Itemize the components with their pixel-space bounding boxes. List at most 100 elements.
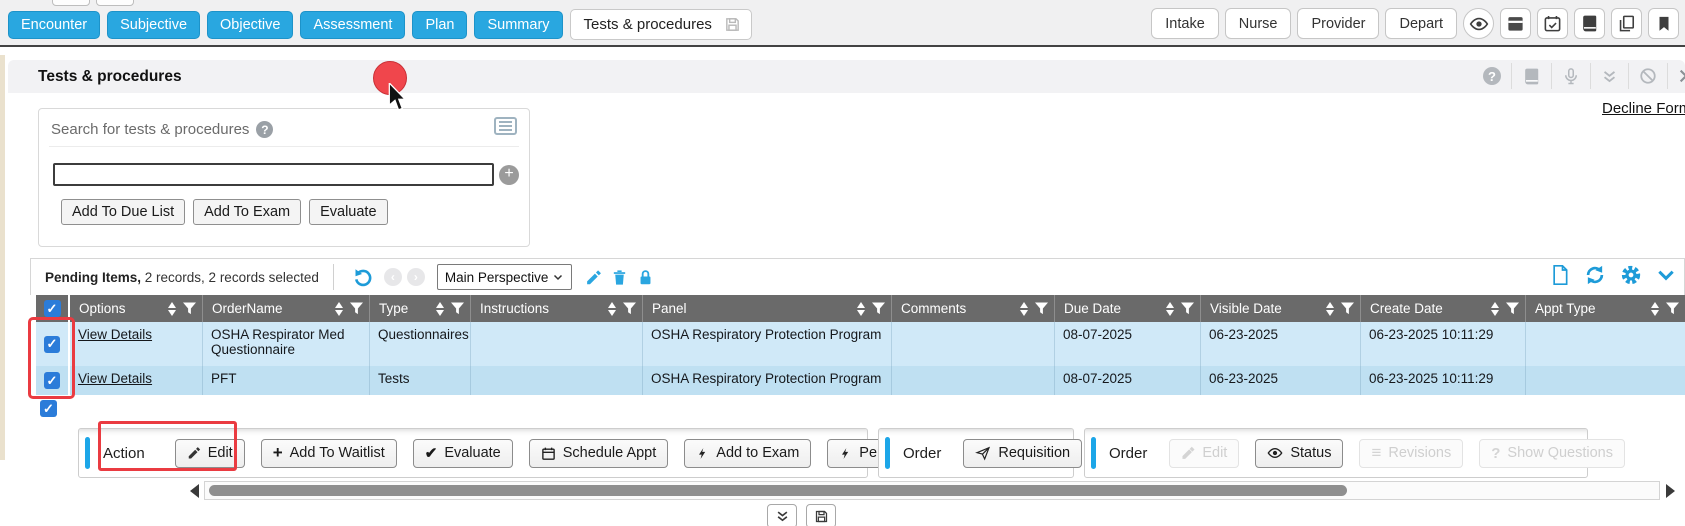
cutoff-tab[interactable] xyxy=(52,0,90,6)
sort-icon[interactable] xyxy=(1651,302,1659,316)
sort-icon[interactable] xyxy=(335,302,343,316)
filter-icon[interactable] xyxy=(1506,302,1519,315)
question-icon: ? xyxy=(1491,445,1500,462)
filter-icon[interactable] xyxy=(451,302,464,315)
book-icon[interactable] xyxy=(1574,8,1605,39)
edit-button[interactable]: Edit xyxy=(175,439,245,468)
scroll-right-arrow[interactable] xyxy=(1666,484,1675,498)
next-icon[interactable]: › xyxy=(407,268,425,286)
select-all-checkbox[interactable]: ✓ xyxy=(44,300,61,317)
tab-objective[interactable]: Objective xyxy=(207,11,293,39)
add-to-exam-button[interactable]: Add to Exam xyxy=(684,439,811,468)
action-group: Action Edit + Add To Waitlist ✔ Evaluate… xyxy=(78,428,868,478)
filter-icon[interactable] xyxy=(623,302,636,315)
nurse-button[interactable]: Nurse xyxy=(1225,8,1292,39)
help-icon[interactable]: ? xyxy=(256,121,273,138)
new-file-icon[interactable] xyxy=(1550,264,1570,286)
save-button[interactable] xyxy=(806,504,836,526)
refresh-icon[interactable] xyxy=(1584,264,1606,286)
order-group-2: Order Edit Status ≡ Revisions ? Show Que… xyxy=(1084,428,1588,478)
evaluate-button[interactable]: Evaluate xyxy=(309,199,387,225)
view-details-link[interactable]: View Details xyxy=(78,327,152,342)
tab-subjective[interactable]: Subjective xyxy=(107,11,200,39)
sort-icon[interactable] xyxy=(857,302,865,316)
microphone-icon[interactable] xyxy=(1562,67,1580,85)
depart-button[interactable]: Depart xyxy=(1385,8,1457,39)
add-to-exam-button[interactable]: Add To Exam xyxy=(193,199,301,225)
collapse-section-button[interactable] xyxy=(767,504,797,526)
status-button[interactable]: Status xyxy=(1255,439,1343,468)
tab-summary[interactable]: Summary xyxy=(474,11,562,39)
sort-icon[interactable] xyxy=(608,302,616,316)
check-icon: ✔ xyxy=(425,444,438,462)
scroll-left-arrow[interactable] xyxy=(190,484,199,498)
pending-items-summary: 2 records, 2 records selected xyxy=(141,270,319,285)
cutoff-tab[interactable] xyxy=(96,0,134,6)
chevron-down-icon[interactable] xyxy=(1656,265,1676,285)
search-input[interactable] xyxy=(53,163,494,186)
order-group: Order Requisition xyxy=(878,428,1074,478)
sort-icon[interactable] xyxy=(168,302,176,316)
lock-icon[interactable] xyxy=(637,269,654,286)
undo-icon[interactable] xyxy=(352,267,373,288)
table-row[interactable]: ✓ View Details OSHA Respirator Med Quest… xyxy=(36,322,1685,366)
sort-icon[interactable] xyxy=(1326,302,1334,316)
calendar-check-icon[interactable] xyxy=(1537,8,1568,39)
add-to-due-list-button[interactable]: Add To Due List xyxy=(61,199,185,225)
collapsed-sidebar-strip[interactable] xyxy=(0,55,5,460)
list-icon[interactable] xyxy=(494,117,517,135)
scrollbar-thumb[interactable] xyxy=(209,485,1347,496)
trash-icon[interactable] xyxy=(611,269,628,286)
evaluate-button[interactable]: ✔ Evaluate xyxy=(413,439,513,468)
disable-icon[interactable] xyxy=(1639,67,1657,85)
group-accent-bar xyxy=(1091,437,1096,469)
filter-icon[interactable] xyxy=(1181,302,1194,315)
tab-tests-procedures-active[interactable]: Tests & procedures xyxy=(570,9,752,40)
filter-icon[interactable] xyxy=(1666,302,1679,315)
action-group-label: Action xyxy=(103,445,145,462)
sort-icon[interactable] xyxy=(1166,302,1174,316)
filter-icon[interactable] xyxy=(872,302,885,315)
archive-icon[interactable] xyxy=(1500,8,1531,39)
section-header: Tests & procedures ? xyxy=(8,60,1685,93)
intake-button[interactable]: Intake xyxy=(1151,8,1219,39)
schedule-appt-button[interactable]: Schedule Appt xyxy=(529,439,669,468)
search-actions: Add To Due List Add To Exam Evaluate xyxy=(61,199,388,225)
tab-assessment[interactable]: Assessment xyxy=(300,11,405,39)
perspective-select[interactable]: Main Perspective xyxy=(437,264,572,290)
view-details-link[interactable]: View Details xyxy=(78,371,152,386)
copy-icon[interactable] xyxy=(1611,8,1642,39)
tab-encounter[interactable]: Encounter xyxy=(8,11,100,39)
book-icon[interactable] xyxy=(1522,67,1541,86)
filter-icon[interactable] xyxy=(1035,302,1048,315)
tab-plan[interactable]: Plan xyxy=(412,11,467,39)
table-row[interactable]: ✓ View Details PFT Tests OSHA Respirator… xyxy=(36,366,1685,395)
close-icon[interactable] xyxy=(1678,68,1685,84)
decline-form-link[interactable]: Decline Form xyxy=(1602,100,1685,117)
search-panel-label: Search for tests & procedures ? xyxy=(51,121,273,138)
bookmark-icon[interactable] xyxy=(1648,8,1679,39)
horizontal-scrollbar[interactable] xyxy=(204,481,1660,500)
sort-icon[interactable] xyxy=(1020,302,1028,316)
add-to-waitlist-button[interactable]: + Add To Waitlist xyxy=(261,439,397,468)
pencil-icon[interactable] xyxy=(585,269,602,286)
filter-icon[interactable] xyxy=(350,302,363,315)
sort-icon[interactable] xyxy=(436,302,444,316)
requisition-button[interactable]: Requisition xyxy=(963,439,1082,468)
lightning-icon xyxy=(839,446,852,461)
eye-icon[interactable] xyxy=(1463,8,1494,39)
row-checkbox[interactable]: ✓ xyxy=(44,372,60,389)
help-icon[interactable]: ? xyxy=(1483,67,1501,85)
prev-icon[interactable]: ‹ xyxy=(384,268,402,286)
add-circle-icon[interactable]: + xyxy=(499,165,519,185)
section-header-icons: ? xyxy=(1483,63,1685,89)
collapse-icon[interactable] xyxy=(1601,68,1618,85)
row-checkbox[interactable]: ✓ xyxy=(44,336,60,353)
gear-icon[interactable] xyxy=(1620,264,1642,286)
filter-icon[interactable] xyxy=(183,302,196,315)
sort-icon[interactable] xyxy=(1491,302,1499,316)
filter-icon[interactable] xyxy=(1341,302,1354,315)
provider-button[interactable]: Provider xyxy=(1297,8,1379,39)
footer-select-checkbox[interactable]: ✓ xyxy=(40,400,57,417)
col-create-date: Create Date xyxy=(1370,301,1443,316)
